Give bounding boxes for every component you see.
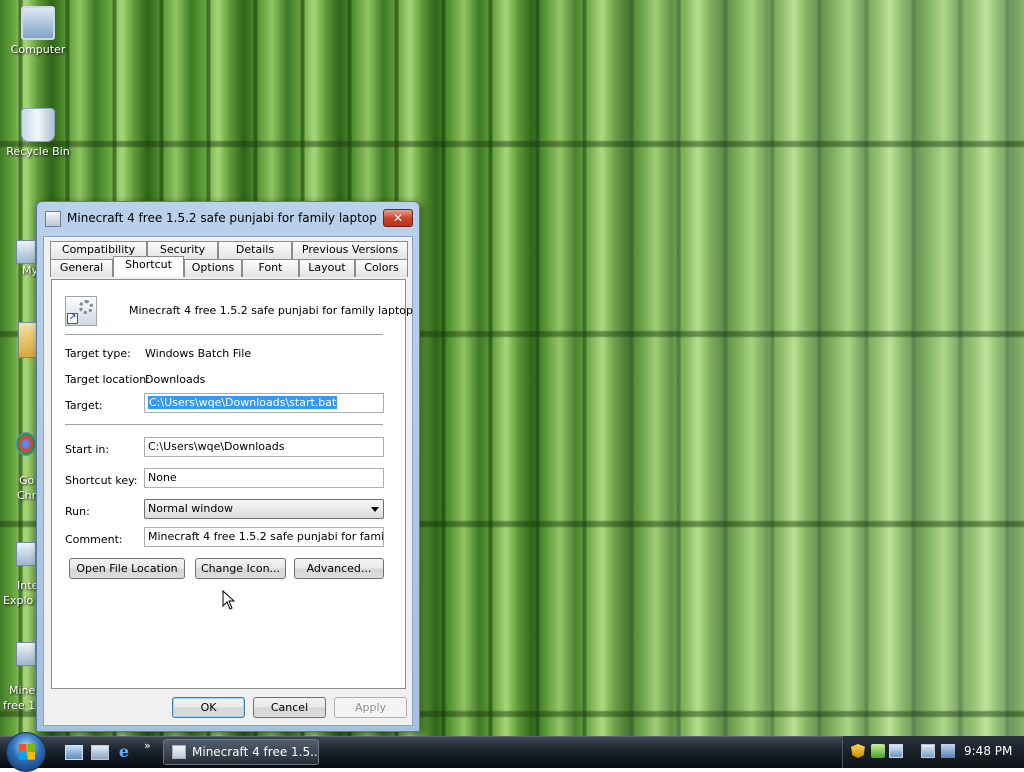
network-icon[interactable] [889, 744, 903, 758]
shortcut-arrow-icon: ↗ [67, 313, 78, 324]
desktop-icon-label-partial: free 1. [3, 699, 39, 712]
run-label: Run: [65, 505, 90, 518]
tab-shortcut[interactable]: Shortcut [113, 256, 184, 277]
shortcut-icon[interactable] [16, 240, 36, 264]
ok-button[interactable]: OK [172, 697, 245, 718]
shortcut-properties-icon [45, 211, 61, 227]
recycle-bin-icon [21, 108, 55, 142]
start-button[interactable] [6, 732, 46, 772]
internet-explorer-quicklaunch-icon[interactable]: e [115, 744, 133, 760]
desktop-icon-label-partial: Chr [17, 489, 37, 502]
mouse-cursor-icon [222, 590, 236, 610]
shortcut-tab-page: ↗ Minecraft 4 free 1.5.2 safe punjabi fo… [51, 279, 413, 689]
open-file-location-button[interactable]: Open File Location [69, 558, 185, 579]
computer-icon [21, 6, 55, 40]
desktop-icon-recycle-bin[interactable]: Recycle Bin [0, 108, 76, 158]
tab-layout[interactable]: Layout [299, 259, 355, 277]
display-icon[interactable] [921, 744, 935, 758]
target-location-label: Target location: [65, 373, 150, 386]
target-type-value: Windows Batch File [145, 347, 252, 360]
desktop-icon-label-partial: Explo [3, 594, 34, 607]
title-bar[interactable]: Minecraft 4 free 1.5.2 safe punjabi for … [37, 202, 419, 234]
dialog-body: Compatibility Security Details Previous … [43, 236, 413, 726]
tab-previous-versions[interactable]: Previous Versions [292, 241, 408, 259]
target-location-value: Downloads [145, 373, 206, 386]
batch-file-icon: ↗ [65, 296, 97, 326]
start-in-field[interactable]: C:\Users\wqe\Downloads [144, 437, 384, 457]
target-field[interactable]: C:\Users\wqe\Downloads\start.bat [144, 393, 384, 413]
folder-icon[interactable] [18, 322, 38, 358]
security-shield-icon[interactable] [851, 744, 865, 758]
check-icon[interactable] [871, 744, 885, 758]
tab-options[interactable]: Options [184, 259, 242, 277]
chrome-icon[interactable] [16, 432, 36, 456]
desktop-icon-computer[interactable]: Computer [0, 6, 76, 56]
start-in-label: Start in: [65, 443, 110, 456]
comment-field[interactable]: Minecraft 4 free 1.5.2 safe punjabi for … [144, 527, 384, 547]
taskbar-window-button[interactable]: Minecraft 4 free 1.5.... [163, 739, 319, 765]
run-dropdown[interactable]: Normal window [144, 499, 384, 519]
volume-icon[interactable] [941, 744, 955, 758]
windows-logo-icon [19, 744, 35, 760]
run-dropdown-value: Normal window [148, 502, 234, 515]
gear-icon [79, 300, 93, 314]
change-icon-button[interactable]: Change Icon... [195, 558, 286, 579]
desktop-icon-label-partial: Mine [9, 684, 36, 697]
taskbar-window-label: Minecraft 4 free 1.5.... [192, 745, 319, 759]
apply-button[interactable]: Apply [334, 697, 407, 718]
show-desktop-icon[interactable] [65, 745, 83, 760]
comment-label: Comment: [65, 533, 123, 546]
shortcut-name: Minecraft 4 free 1.5.2 safe punjabi for … [129, 304, 413, 317]
internet-explorer-icon[interactable] [16, 542, 36, 566]
target-label: Target: [65, 399, 103, 412]
tab-details[interactable]: Details [218, 241, 292, 259]
desktop-icon-label: Computer [10, 43, 66, 56]
advanced-button[interactable]: Advanced... [294, 558, 384, 579]
dialog-title: Minecraft 4 free 1.5.2 safe punjabi for … [67, 211, 377, 225]
shortcut-key-label: Shortcut key: [65, 474, 138, 487]
desktop-icon-label-partial: Go [19, 474, 35, 487]
window-icon [172, 745, 186, 759]
target-type-label: Target type: [65, 347, 131, 360]
properties-dialog: Minecraft 4 free 1.5.2 safe punjabi for … [36, 201, 420, 732]
tab-general[interactable]: General [50, 259, 113, 277]
target-field-selected-text: C:\Users\wqe\Downloads\start.bat [148, 396, 338, 409]
divider [65, 334, 383, 336]
tab-font[interactable]: Font [242, 259, 299, 277]
switch-windows-icon[interactable] [91, 745, 109, 760]
close-button[interactable]: ✕ [383, 209, 413, 227]
clock[interactable]: 9:48 PM [964, 744, 1012, 758]
shortcut-key-field[interactable]: None [144, 468, 384, 488]
quicklaunch-more-chevron[interactable]: » [144, 739, 151, 752]
divider [65, 424, 383, 426]
minecraft-shortcut-icon[interactable] [16, 642, 36, 666]
cancel-button[interactable]: Cancel [253, 697, 326, 718]
tab-colors[interactable]: Colors [355, 259, 408, 277]
desktop-icon-label: Recycle Bin [6, 145, 70, 158]
chevron-down-icon [371, 507, 379, 512]
